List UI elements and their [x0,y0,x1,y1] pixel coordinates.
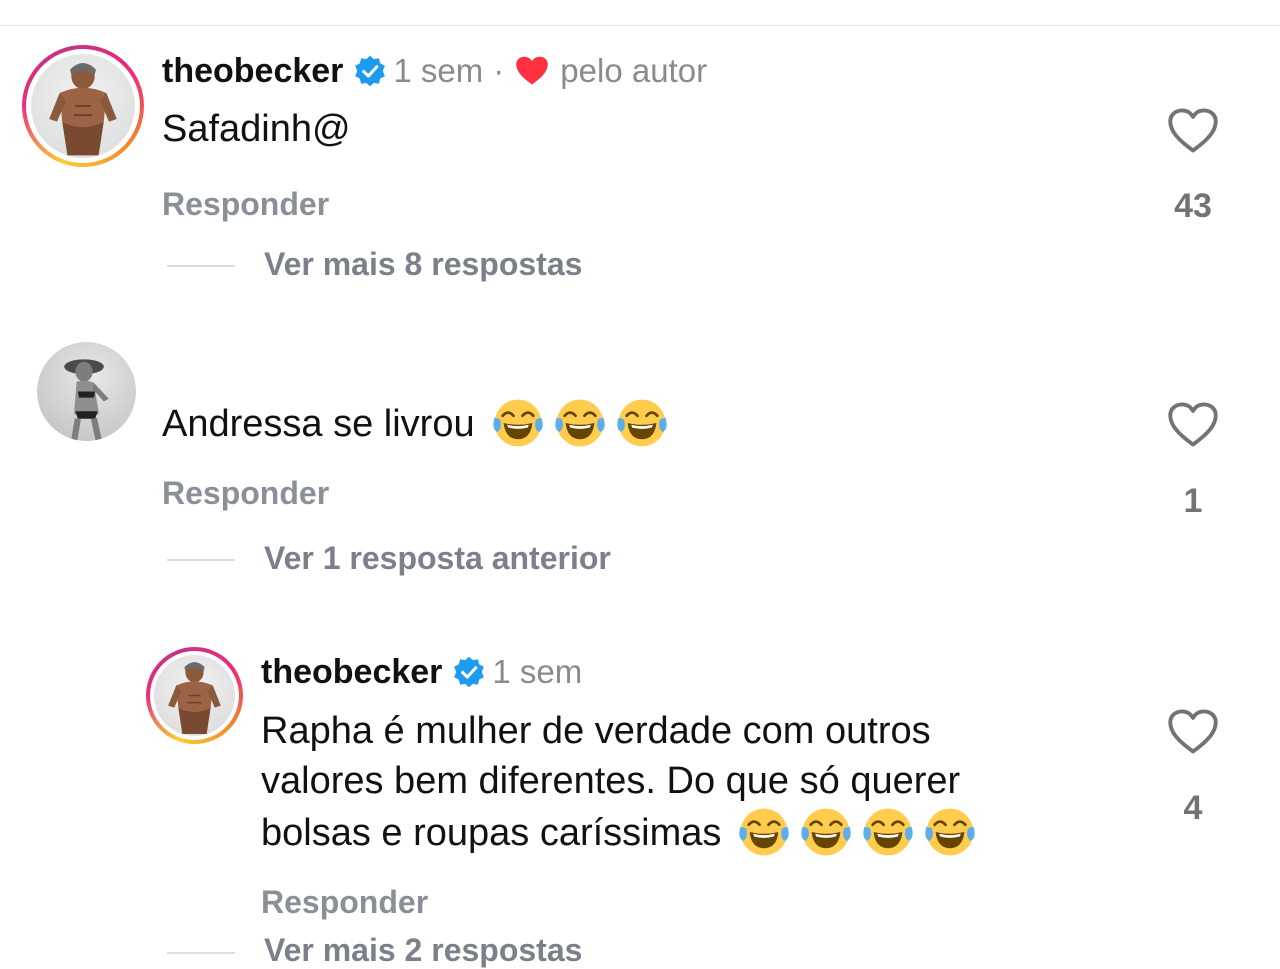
comment-text-line: Rapha é mulher de verdade com outros [261,710,931,752]
verified-badge-icon [452,655,486,689]
username[interactable]: theobecker [162,52,343,91]
reply-button[interactable]: Responder [162,186,329,223]
comment-header: theobecker 1 sem [261,651,582,693]
profile-photo-icon [37,342,136,441]
avatar [31,54,135,158]
like-count: 1 [1183,482,1203,520]
reply-button[interactable]: Responder [261,884,428,921]
avatar-story-ring[interactable] [22,45,144,167]
like-heart-icon[interactable] [1167,708,1219,756]
top-divider [0,25,1280,26]
like-heart-icon[interactable] [1167,401,1219,449]
laughing-emoji-icon [615,396,669,450]
avatar-story-ring[interactable] [146,647,243,744]
timestamp: 1 sem [492,653,583,690]
avatar [154,655,235,736]
like-heart-icon[interactable] [1167,107,1219,155]
red-heart-icon [516,56,549,85]
laughing-emoji-icon [491,396,545,450]
timestamp: 1 sem [393,52,484,89]
thread-line [167,559,235,561]
laughing-emoji-icon [553,396,607,450]
emoji-group [729,805,977,860]
liked-by-author-label: pelo autor [560,52,708,89]
like-count: 43 [1174,187,1212,225]
comment-text-row: bolsas e roupas caríssimas [261,805,977,860]
laughing-emoji-icon [861,805,915,859]
laughing-emoji-icon [923,805,977,859]
laughing-emoji-icon [737,805,791,859]
verified-badge-icon [353,54,387,88]
thread-line [167,265,235,267]
comment-text-row: Andressa se livrou [162,396,669,451]
username[interactable]: theobecker [261,653,442,692]
view-replies-button[interactable]: Ver mais 8 respostas [264,246,582,283]
comment-text-line: bolsas e roupas caríssimas [261,811,722,854]
comment-text: Safadinh@ [162,108,351,150]
emoji-group [483,396,669,451]
avatar[interactable] [37,342,136,441]
thread-line [167,952,235,954]
comment-text: Andressa se livrou [162,402,475,445]
view-replies-button[interactable]: Ver mais 2 respostas [264,932,582,969]
laughing-emoji-icon [799,805,853,859]
comment-header: theobecker 1 sem · pelo autor [162,50,707,92]
reply-button[interactable]: Responder [162,475,329,512]
separator: · [493,52,505,89]
profile-photo-icon [154,655,235,736]
view-previous-reply-button[interactable]: Ver 1 resposta anterior [264,540,611,577]
profile-photo-icon [31,54,135,158]
comment-text-line: valores bem diferentes. Do que só querer [261,760,961,802]
like-count: 4 [1183,789,1203,827]
